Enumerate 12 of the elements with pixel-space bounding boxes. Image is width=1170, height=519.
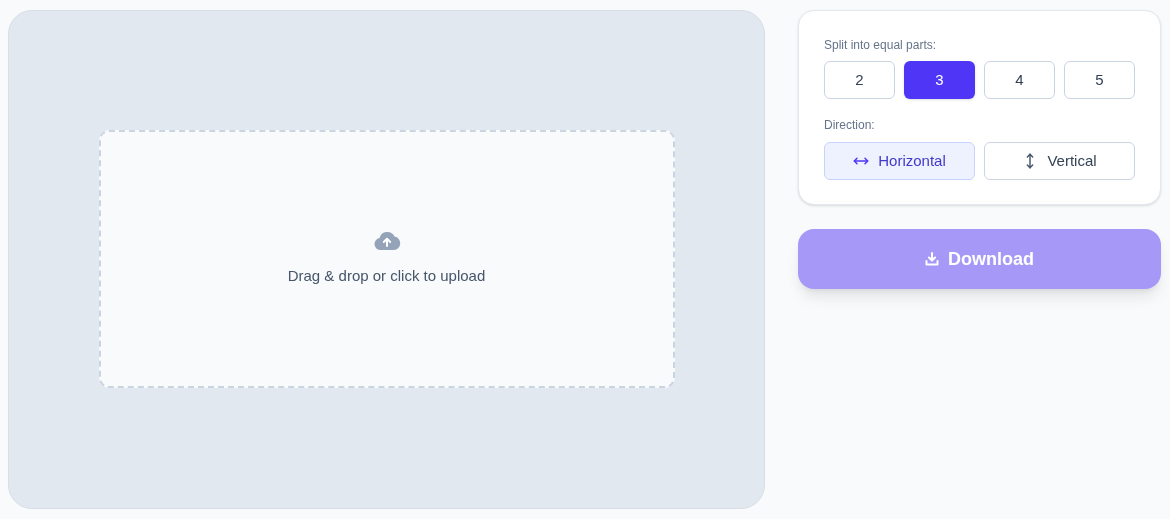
direction-label: Direction:	[824, 117, 876, 134]
download-icon	[925, 252, 939, 266]
split-option[interactable]: 3	[904, 61, 975, 99]
cloud-upload-icon	[372, 229, 401, 252]
upload-dropzone[interactable]: Drag & drop or click to upload	[98, 129, 675, 388]
direction-option[interactable]: Vertical	[984, 142, 1135, 180]
split-option[interactable]: 2	[824, 61, 895, 99]
split-label: Split into equal parts:	[824, 37, 938, 54]
upload-prompt: Drag & drop or click to upload	[287, 266, 486, 287]
split-option[interactable]: 5	[1064, 61, 1135, 99]
split-option[interactable]: 4	[984, 61, 1055, 99]
direction-option[interactable]: Horizontal	[824, 142, 975, 180]
